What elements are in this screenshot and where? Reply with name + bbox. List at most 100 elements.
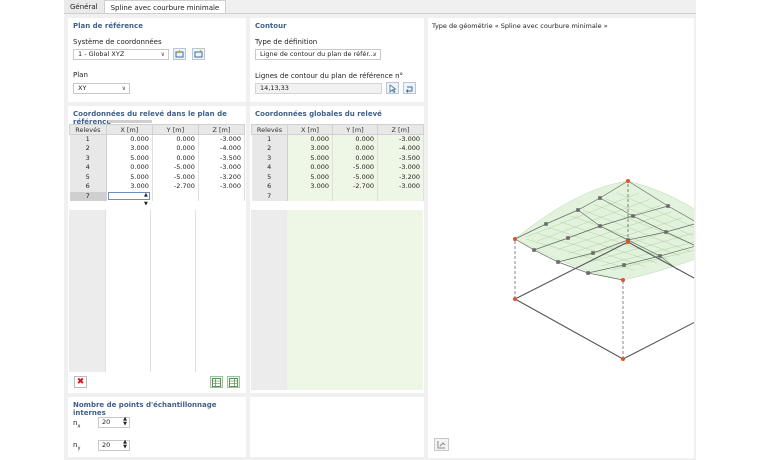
column-divider — [195, 210, 196, 372]
new-coordinate-system-icon[interactable] — [173, 48, 186, 60]
global-coordinates-panel: Coordonnées globales du relevé Relevés X… — [250, 106, 424, 393]
table-cell-editing[interactable]: ▲ ▼ — [106, 191, 153, 207]
table-cell[interactable]: -5.000 — [152, 172, 199, 182]
spinner-icon[interactable]: ▲ ▼ — [144, 191, 148, 209]
global-table-title: Coordonnées globales du relevé — [255, 110, 382, 118]
tab-spline[interactable]: Spline avec courbure minimale — [103, 0, 227, 14]
sampling-point — [566, 236, 570, 240]
local-coordinates-table: Relevés X [m] Y [m] Z [m] 1 0.000 0.000 … — [69, 124, 246, 207]
contour-lines-label: Lignes de contour du plan de référence n… — [255, 72, 404, 80]
sampling-point — [591, 251, 595, 255]
row-number: 1 — [251, 134, 288, 144]
table-row: 4 0.000 -5.000 -3.000 — [251, 163, 424, 173]
table-row: 6 3.000 -2.700 -3.000 — [251, 182, 424, 192]
table-row[interactable]: 5 5.000 -5.000 -3.200 — [69, 172, 246, 182]
definition-type-value: Ligne de contour du plan de référ... — [260, 50, 375, 58]
table-cell: 0.000 — [287, 163, 333, 173]
definition-type-select[interactable]: Ligne de contour du plan de référ... ∨ — [255, 49, 381, 60]
table-cell[interactable] — [198, 191, 246, 201]
table-row[interactable]: 1 0.000 0.000 -3.000 — [69, 134, 246, 144]
excel-import-icon[interactable] — [227, 376, 240, 388]
column-header[interactable]: Y [m] — [332, 124, 378, 135]
reference-plane-title: Plan de référence — [73, 22, 143, 30]
table-cell[interactable]: 3.000 — [106, 144, 153, 154]
row-number: 3 — [251, 153, 288, 163]
coord-system-select[interactable]: 1 - Global XYZ ∨ — [73, 49, 169, 60]
column-header[interactable]: X [m] — [287, 124, 333, 135]
view-settings-icon[interactable] — [434, 438, 449, 451]
column-header[interactable]: Relevés — [69, 124, 107, 135]
table-cell[interactable]: -5.000 — [152, 163, 199, 173]
row-number: 6 — [251, 182, 288, 192]
table-row[interactable]: 3 5.000 0.000 -3.500 — [69, 153, 246, 163]
edit-coordinate-system-icon[interactable] — [192, 48, 205, 60]
sampling-point — [598, 224, 602, 228]
table-cell[interactable]: -2.700 — [152, 182, 199, 192]
spinner-icon[interactable]: ▲ ▼ — [123, 440, 127, 450]
table-cell: 0.000 — [332, 144, 378, 154]
row-number: 5 — [69, 172, 107, 182]
column-header[interactable]: Y [m] — [151, 124, 199, 135]
excel-export-icon[interactable] — [210, 376, 223, 388]
table-cell: 0.000 — [332, 153, 378, 163]
column-header[interactable]: Relevés — [251, 124, 288, 135]
table-row[interactable]: 2 3.000 0.000 -4.000 — [69, 144, 246, 154]
contour-lines-input[interactable]: 14,13,33 — [255, 83, 382, 94]
table-row: 3 5.000 0.000 -3.500 — [251, 153, 424, 163]
row-number: 2 — [69, 144, 107, 154]
base-corner-point — [513, 297, 517, 301]
table-cell[interactable]: -3.000 — [198, 163, 246, 173]
table-cell[interactable]: 0.000 — [152, 134, 199, 144]
table-row-new[interactable]: 7 ▲ ▼ — [69, 191, 246, 207]
base-corner-point — [621, 357, 625, 361]
plane-select[interactable]: XY ∨ — [73, 83, 130, 94]
table-cell: 3.000 — [287, 144, 333, 154]
tab-bar: Général Spline avec courbure minimale — [64, 0, 227, 14]
table-cell[interactable]: 0.000 — [106, 134, 153, 144]
spinner-icon[interactable]: ▲ ▼ — [123, 417, 127, 427]
empty-panel — [250, 397, 424, 457]
table-cell: -4.000 — [377, 144, 424, 154]
table-cell[interactable]: 0.000 — [152, 144, 199, 154]
dialog-body: Général Spline avec courbure minimale Pl… — [64, 0, 696, 460]
table-cell[interactable]: -3.200 — [198, 172, 246, 182]
row-header-strip — [69, 210, 105, 372]
tab-general[interactable]: Général — [64, 0, 104, 14]
sampling-point — [666, 204, 670, 208]
table-cell[interactable]: 0.000 — [152, 153, 199, 163]
table-cell[interactable] — [152, 191, 199, 201]
readonly-area — [287, 210, 423, 390]
table-row: 1 0.000 0.000 -3.000 — [251, 134, 424, 144]
column-header[interactable]: X [m] — [105, 124, 153, 135]
cell-editor[interactable]: ▲ ▼ — [107, 191, 150, 207]
global-coordinates-table: Relevés X [m] Y [m] Z [m] 1 0.000 0.000 … — [251, 124, 424, 201]
table-cell: -3.200 — [377, 172, 424, 182]
table-cell[interactable]: 0.000 — [106, 163, 153, 173]
tab-divider — [64, 13, 696, 14]
table-cell[interactable]: -3.000 — [198, 182, 246, 192]
delete-row-icon[interactable]: ✖ — [74, 376, 87, 388]
contour-title: Contour — [255, 22, 287, 30]
local-coordinates-panel: Coordonnées du relevé dans le plan de ré… — [68, 106, 246, 393]
table-cell[interactable]: -4.000 — [198, 144, 246, 154]
table-cell: 3.000 — [287, 182, 333, 192]
reverse-direction-icon[interactable] — [403, 82, 416, 94]
row-header-strip — [251, 210, 287, 390]
plane-value: XY — [78, 84, 87, 92]
column-header[interactable]: Z [m] — [377, 124, 424, 135]
nx-stepper[interactable]: 20 ▲ ▼ — [98, 417, 130, 428]
table-cell: -5.000 — [332, 172, 378, 182]
column-header[interactable]: Z [m] — [197, 124, 246, 135]
table-cell[interactable]: 5.000 — [106, 172, 153, 182]
base-corner-point — [626, 240, 630, 244]
table-cell[interactable]: 5.000 — [106, 153, 153, 163]
table-cell[interactable]: -3.000 — [198, 134, 246, 144]
ny-stepper[interactable]: 20 ▲ ▼ — [98, 440, 130, 451]
nx-label: nx — [73, 419, 80, 429]
surface-corner-point — [513, 237, 517, 241]
sampling-point — [586, 271, 590, 275]
table-row[interactable]: 6 3.000 -2.700 -3.000 — [69, 182, 246, 192]
table-row[interactable]: 4 0.000 -5.000 -3.000 — [69, 163, 246, 173]
pick-in-graphic-icon[interactable] — [386, 82, 399, 94]
table-cell[interactable]: -3.500 — [198, 153, 246, 163]
